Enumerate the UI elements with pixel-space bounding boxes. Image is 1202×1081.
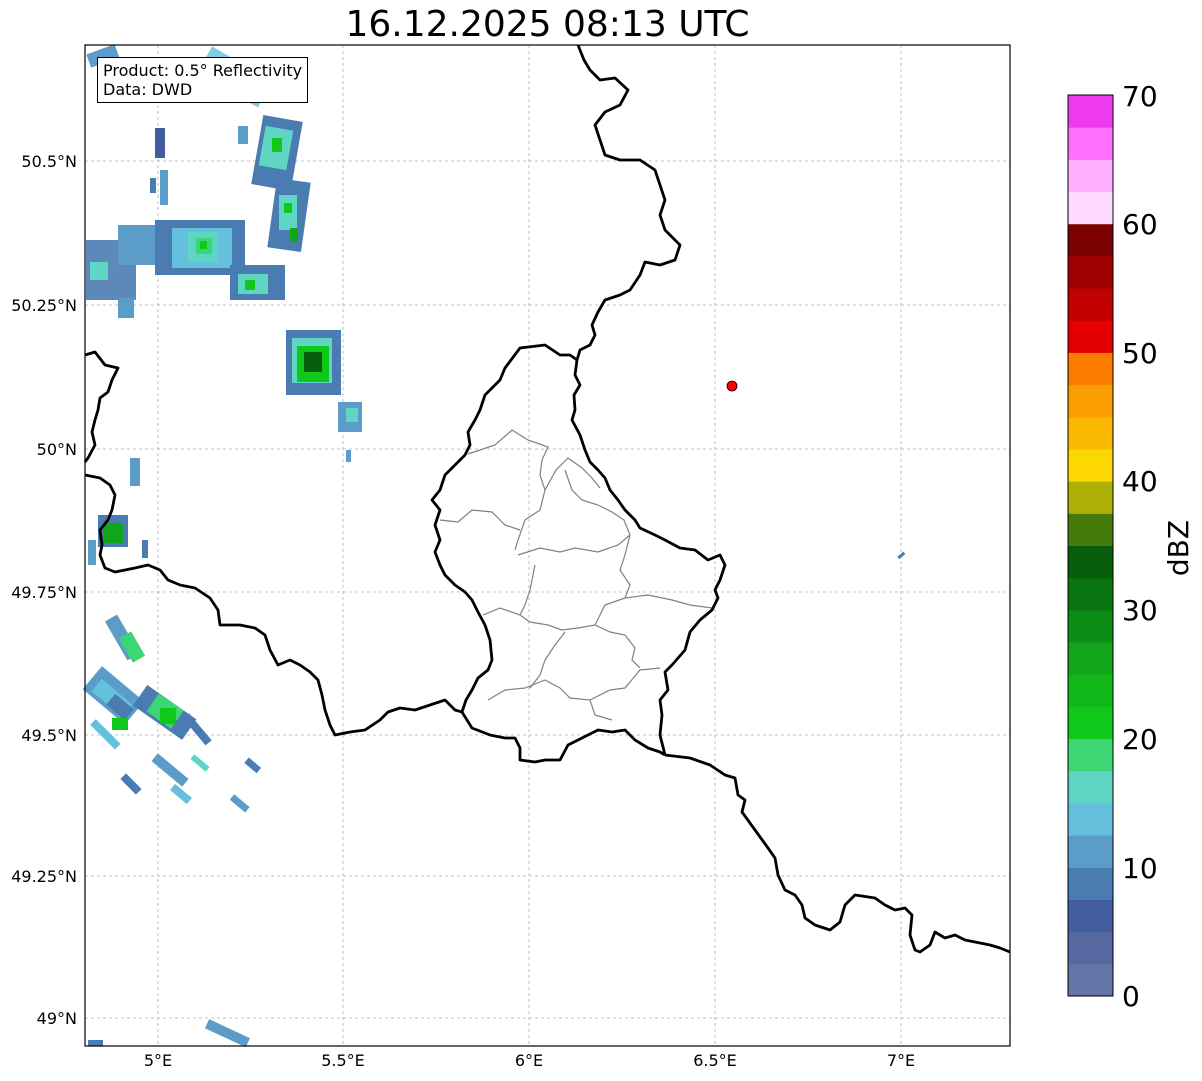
lat-label: 50°N <box>37 440 77 459</box>
radar-echo <box>200 241 207 249</box>
radar-echo <box>155 128 165 158</box>
radar-echo <box>245 280 255 290</box>
radar-echo <box>150 178 156 193</box>
lat-label: 49.5°N <box>21 726 77 745</box>
radar-echo <box>160 170 168 205</box>
radar-echo <box>88 540 96 565</box>
lon-label: 6.5°E <box>693 1051 737 1070</box>
radar-echo <box>238 126 248 144</box>
lat-label: 50.25°N <box>11 296 77 315</box>
radar-echo <box>290 228 298 242</box>
radar-echo <box>142 540 148 558</box>
radar-echo <box>130 458 140 486</box>
radar-echo <box>90 262 108 280</box>
info-box: Product: 0.5° Reflectivity Data: DWD <box>97 57 309 103</box>
radar-echo <box>112 718 128 730</box>
radar-echo <box>346 408 358 422</box>
lon-label: 5.5°E <box>321 1051 365 1070</box>
radar-echo <box>304 352 322 372</box>
lon-label: 6°E <box>515 1051 543 1070</box>
lat-axis: 50.5°N 50.25°N 50°N 49.75°N 49.5°N 49.25… <box>11 152 77 1028</box>
data-source-label: Data: DWD <box>103 80 193 99</box>
radar-site-marker <box>726 380 738 392</box>
radar-map: 50.5°N 50.25°N 50°N 49.75°N 49.5°N 49.25… <box>11 44 1011 1070</box>
lat-label: 50.5°N <box>21 152 77 171</box>
lon-label: 7°E <box>887 1051 915 1070</box>
lon-axis: 5°E 5.5°E 6°E 6.5°E 7°E <box>144 1051 915 1070</box>
lat-label: 49.75°N <box>11 583 77 602</box>
radar-echo <box>284 203 292 213</box>
radar-echo <box>160 708 176 724</box>
radar-echo <box>103 523 123 543</box>
lat-label: 49.25°N <box>11 867 77 886</box>
radar-echo <box>272 138 282 152</box>
map-frame-bg <box>85 45 1010 1046</box>
lat-label: 49°N <box>37 1009 77 1028</box>
product-label: Product: 0.5° Reflectivity <box>103 61 303 80</box>
radar-echo <box>118 298 134 318</box>
radar-echo <box>88 1040 103 1046</box>
lon-label: 5°E <box>144 1051 172 1070</box>
radar-echo <box>346 450 351 462</box>
